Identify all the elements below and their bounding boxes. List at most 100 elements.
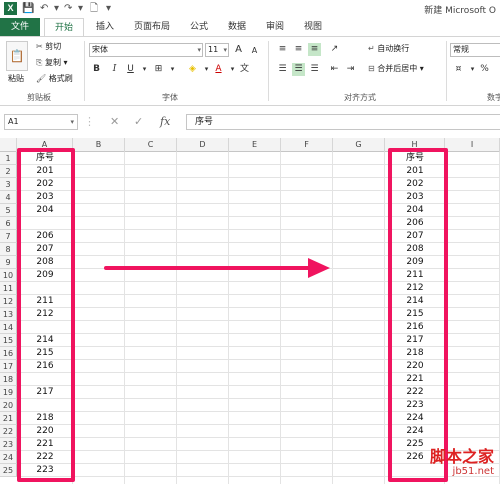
cancel-icon[interactable]: ✕ bbox=[110, 114, 119, 130]
tab-view[interactable]: 视图 bbox=[298, 18, 328, 36]
customize-icon[interactable]: ▾ bbox=[106, 2, 111, 16]
font-color-button[interactable]: A bbox=[212, 63, 225, 76]
column-header-e[interactable]: E bbox=[229, 138, 281, 152]
ribbon: 📋 粘贴 ✂ 剪切 ⎘ 复制 ▾ 🖌 格式刷 剪贴板 宋体 ▾ 11 ▾ A A B… bbox=[0, 36, 500, 106]
shrink-font-button[interactable]: A bbox=[248, 44, 261, 57]
gridline bbox=[228, 152, 229, 484]
row-header[interactable]: 13 bbox=[0, 308, 17, 321]
watermark: 脚本之家 jb51.net bbox=[430, 448, 494, 478]
phonetic-icon[interactable]: 文 bbox=[238, 63, 251, 76]
merge-center-button[interactable]: ⊟ 合并后居中 ▾ bbox=[368, 63, 424, 75]
tab-formulas[interactable]: 公式 bbox=[184, 18, 214, 36]
bold-button[interactable]: B bbox=[90, 63, 103, 76]
wrap-text-button[interactable]: ↵ 自动换行 bbox=[368, 43, 409, 55]
select-all-corner[interactable] bbox=[0, 138, 17, 152]
font-size-value: 11 bbox=[208, 45, 219, 54]
number-format-select[interactable]: 常规 bbox=[450, 43, 500, 57]
row-header[interactable]: 5 bbox=[0, 204, 17, 217]
row-header[interactable]: 21 bbox=[0, 412, 17, 425]
name-box[interactable]: A1 ▾ bbox=[4, 114, 78, 130]
decrease-indent-icon[interactable]: ⇤ bbox=[328, 63, 341, 76]
row-header[interactable]: 14 bbox=[0, 321, 17, 334]
align-left-icon[interactable]: ☰ bbox=[276, 63, 289, 76]
tab-file[interactable]: 文件 bbox=[0, 18, 40, 36]
grow-font-button[interactable]: A bbox=[232, 43, 245, 56]
tab-insert[interactable]: 插入 bbox=[90, 18, 120, 36]
save-icon[interactable]: 💾 bbox=[22, 2, 34, 16]
column-header-g[interactable]: G bbox=[333, 138, 385, 152]
row-header[interactable]: 7 bbox=[0, 230, 17, 243]
row-header[interactable]: 22 bbox=[0, 425, 17, 438]
row-header[interactable]: 10 bbox=[0, 269, 17, 282]
group-separator bbox=[268, 41, 269, 101]
number-format-value: 常规 bbox=[453, 45, 469, 54]
cut-button[interactable]: ✂ 剪切 bbox=[36, 41, 61, 53]
align-center-icon[interactable]: ☰ bbox=[292, 63, 305, 76]
row-header[interactable]: 17 bbox=[0, 360, 17, 373]
increase-indent-icon[interactable]: ⇥ bbox=[344, 63, 357, 76]
row-header[interactable]: 1 bbox=[0, 152, 17, 165]
undo-icon[interactable]: ↶ bbox=[40, 2, 48, 16]
insert-function-icon[interactable]: fx bbox=[160, 114, 170, 130]
merge-label: 合并后居中 bbox=[377, 64, 418, 73]
row-header[interactable]: 11 bbox=[0, 282, 17, 295]
fill-color-icon[interactable]: ◈ bbox=[186, 63, 199, 76]
row-header[interactable]: 15 bbox=[0, 334, 17, 347]
row-header[interactable]: 16 bbox=[0, 347, 17, 360]
row-header[interactable]: 25 bbox=[0, 464, 17, 477]
align-bottom-icon[interactable]: ≡ bbox=[308, 43, 321, 56]
chevron-down-icon[interactable]: ▾ bbox=[138, 63, 151, 76]
paste-button[interactable]: 粘贴 bbox=[8, 73, 24, 85]
merge-icon: ⊟ bbox=[368, 64, 375, 73]
gridline bbox=[332, 152, 333, 484]
paste-icon[interactable]: 📋 bbox=[6, 41, 28, 71]
print-preview-icon[interactable]: 🗋 bbox=[90, 2, 98, 16]
currency-icon[interactable]: ¤ bbox=[452, 63, 465, 76]
row-header[interactable]: 6 bbox=[0, 217, 17, 230]
row-header[interactable]: 3 bbox=[0, 178, 17, 191]
tab-page-layout[interactable]: 页面布局 bbox=[126, 18, 178, 36]
format-painter-button[interactable]: 🖌 格式刷 bbox=[36, 73, 73, 85]
font-size-select[interactable]: 11 ▾ bbox=[205, 43, 229, 57]
tab-data[interactable]: 数据 bbox=[222, 18, 252, 36]
column-header-d[interactable]: D bbox=[177, 138, 229, 152]
row-header[interactable]: 4 bbox=[0, 191, 17, 204]
copy-button[interactable]: ⎘ 复制 ▾ bbox=[36, 57, 68, 69]
gridline bbox=[176, 152, 177, 484]
formula-input[interactable]: 序号 bbox=[186, 114, 500, 130]
tab-home[interactable]: 开始 bbox=[44, 18, 84, 36]
row-header[interactable]: 20 bbox=[0, 399, 17, 412]
brush-icon: 🖌 bbox=[36, 74, 47, 83]
row-header[interactable]: 23 bbox=[0, 438, 17, 451]
percent-button[interactable]: % bbox=[478, 63, 491, 76]
row-header[interactable]: 24 bbox=[0, 451, 17, 464]
column-header-f[interactable]: F bbox=[281, 138, 333, 152]
wrap-icon: ↵ bbox=[368, 44, 375, 53]
row-header[interactable]: 12 bbox=[0, 295, 17, 308]
format-painter-label: 格式刷 bbox=[48, 74, 73, 83]
row-header[interactable]: 19 bbox=[0, 386, 17, 399]
font-name-select[interactable]: 宋体 ▾ bbox=[89, 43, 203, 57]
chevron-down-icon[interactable]: ▾ bbox=[166, 63, 179, 76]
italic-button[interactable]: I bbox=[108, 63, 121, 76]
dropdown-icon[interactable]: ▾ bbox=[54, 2, 59, 16]
align-top-icon[interactable]: ≡ bbox=[276, 43, 289, 56]
align-middle-icon[interactable]: ≡ bbox=[292, 43, 305, 56]
underline-button[interactable]: U bbox=[124, 63, 137, 76]
row-header[interactable]: 8 bbox=[0, 243, 17, 256]
row-header[interactable]: 9 bbox=[0, 256, 17, 269]
confirm-icon[interactable]: ✓ bbox=[134, 114, 143, 130]
column-header-i[interactable]: I bbox=[445, 138, 500, 152]
dropdown-icon[interactable]: ▾ bbox=[78, 2, 83, 16]
border-icon[interactable]: ⊞ bbox=[152, 63, 165, 76]
column-header-b[interactable]: B bbox=[73, 138, 125, 152]
orientation-icon[interactable]: ↗ bbox=[328, 43, 341, 56]
row-header[interactable]: 2 bbox=[0, 165, 17, 178]
column-header-c[interactable]: C bbox=[125, 138, 177, 152]
drag-handle-icon[interactable]: ⋮ bbox=[84, 114, 95, 130]
excel-logo-icon: X bbox=[4, 2, 17, 15]
redo-icon[interactable]: ↷ bbox=[64, 2, 72, 16]
align-right-icon[interactable]: ☰ bbox=[308, 63, 321, 76]
tab-review[interactable]: 审阅 bbox=[260, 18, 290, 36]
row-header[interactable]: 18 bbox=[0, 373, 17, 386]
